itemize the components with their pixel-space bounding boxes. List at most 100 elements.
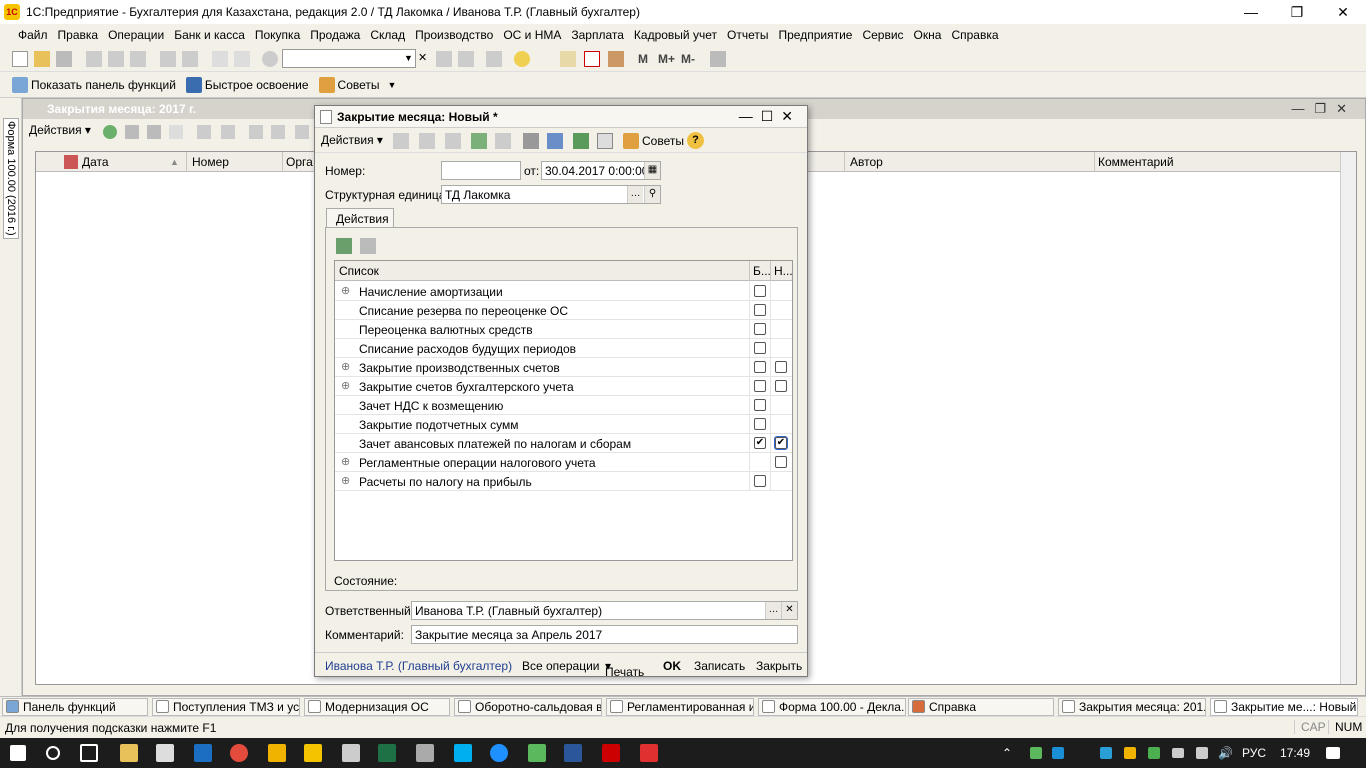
list-settings-icon[interactable] <box>547 133 563 149</box>
minimize-button[interactable]: — <box>1228 0 1274 24</box>
print-icon[interactable] <box>160 51 176 67</box>
task-regulated-report[interactable]: Регламентированная и... <box>606 698 754 716</box>
close-dialog-button[interactable]: Закрыть <box>756 659 802 673</box>
find-prev-icon[interactable] <box>458 51 474 67</box>
chrome-icon[interactable] <box>230 744 248 762</box>
task-form-100[interactable]: Форма 100.00 - Декла... <box>758 698 906 716</box>
task-functions-panel[interactable]: Панель функций <box>2 698 148 716</box>
find-next-icon[interactable] <box>436 51 452 67</box>
menu-service[interactable]: Сервис <box>862 28 903 42</box>
tab-actions[interactable]: Действия <box>326 208 394 228</box>
tool-taskbar-icon[interactable] <box>416 744 434 762</box>
operation-row[interactable]: Списание резерва по переоценке ОС ☐ <box>335 301 792 320</box>
comment-field[interactable]: Закрытие месяца за Апрель 2017 <box>411 625 798 644</box>
tips-button[interactable]: Советы ▼ <box>318 76 396 93</box>
save-icon[interactable] <box>56 51 72 67</box>
operation-checkbox-b[interactable]: ☐ <box>754 323 766 335</box>
app-triangle-icon[interactable] <box>268 744 286 762</box>
save-button[interactable]: Записать <box>694 659 745 673</box>
expand-icon[interactable]: ⊕ <box>341 455 350 468</box>
grid-scrollbar[interactable] <box>1340 152 1356 684</box>
tray-expand-icon[interactable]: ⌃ <box>1002 746 1012 760</box>
search-dropdown-icon[interactable]: ▼ <box>402 50 415 67</box>
search-icon[interactable] <box>262 51 278 67</box>
copy-icon[interactable] <box>108 51 124 67</box>
unit-search-icon[interactable]: ⚲ <box>644 186 660 203</box>
refresh-icon[interactable] <box>197 125 211 139</box>
operation-row[interactable]: Списание расходов будущих периодов ☐ <box>335 339 792 358</box>
paste-icon[interactable] <box>130 51 146 67</box>
menu-enterprise[interactable]: Предприятие <box>778 28 852 42</box>
responsible-clear-icon[interactable]: ✕ <box>781 602 797 619</box>
task-help[interactable]: Справка <box>908 698 1054 716</box>
new-doc-icon[interactable] <box>12 51 28 67</box>
menu-sales[interactable]: Продажа <box>310 28 360 42</box>
col-author[interactable]: Автор <box>850 155 883 169</box>
operation-checkbox-b[interactable]: ☐ <box>754 475 766 487</box>
all-operations-button[interactable]: Все операции <box>522 659 599 673</box>
operation-checkbox-b[interactable]: ☐ <box>754 380 766 392</box>
operation-checkbox-b[interactable]: ☐ <box>754 285 766 297</box>
info-icon[interactable] <box>514 51 530 67</box>
operation-row[interactable]: ⊕ Регламентные операции налогового учета ☐ <box>335 453 792 472</box>
redo-icon[interactable] <box>234 51 250 67</box>
expand-icon[interactable]: ⊕ <box>341 379 350 392</box>
calculator-icon[interactable] <box>560 51 576 67</box>
vertical-form-tab[interactable]: Форма 100.00 (2016 г.) <box>3 118 19 239</box>
expand-icon[interactable]: ⊕ <box>341 474 350 487</box>
task-trial-balance[interactable]: Оборотно-сальдовая в... <box>454 698 602 716</box>
delete-icon[interactable] <box>169 125 183 139</box>
operation-checkbox-n[interactable]: ☐ <box>775 456 787 468</box>
filter-icon[interactable] <box>249 125 263 139</box>
tools-icon[interactable] <box>608 51 624 67</box>
footer-user-link[interactable]: Иванова Т.Р. (Главный бухгалтер) <box>325 659 512 673</box>
operation-row[interactable]: ⊕ Начисление амортизации ☐ <box>335 282 792 301</box>
operation-row[interactable]: Зачет авансовых платежей по налогам и сб… <box>335 434 792 453</box>
post-icon[interactable] <box>393 133 409 149</box>
copy-doc-icon[interactable] <box>445 133 461 149</box>
operation-checkbox-b[interactable]: ☐ <box>754 418 766 430</box>
col-comment[interactable]: Комментарий <box>1098 155 1174 169</box>
1c-taskbar-icon[interactable] <box>304 744 322 762</box>
date-field[interactable]: 30.04.2017 0:00:00 <box>541 161 661 180</box>
operation-row[interactable]: ⊕ Закрытие производственных счетов ☐ ☐ <box>335 358 792 377</box>
settings-icon[interactable] <box>710 51 726 67</box>
acrobat-icon[interactable] <box>602 744 620 762</box>
menu-warehouse[interactable]: Склад <box>370 28 405 42</box>
operation-checkbox-b[interactable]: ✔ <box>754 437 766 449</box>
calculator-taskbar-icon[interactable] <box>342 744 360 762</box>
language-indicator[interactable]: РУС <box>1242 746 1266 760</box>
operation-row[interactable]: ⊕ Расчеты по налогу на прибыль ☐ <box>335 472 792 491</box>
unit-select-button[interactable]: … <box>627 186 643 203</box>
operation-row[interactable]: ⊕ Закрытие счетов бухгалтерского учета ☐ ☐ <box>335 377 792 396</box>
windows-start-icon[interactable] <box>10 745 26 761</box>
structure-icon[interactable] <box>523 133 539 149</box>
quick-learn-button[interactable]: Быстрое освоение <box>185 76 309 93</box>
clear-icon[interactable] <box>495 133 511 149</box>
dialog-tips-button[interactable]: Советы <box>623 133 684 149</box>
expand-icon[interactable]: ⊕ <box>341 284 350 297</box>
uncheck-all-icon[interactable] <box>360 238 376 254</box>
col-number[interactable]: Номер <box>192 155 229 169</box>
task-view-icon[interactable] <box>80 744 98 762</box>
help-icon[interactable]: ? <box>687 132 704 149</box>
responsible-select-button[interactable]: … <box>765 602 781 619</box>
tray-drive-icon[interactable] <box>1124 747 1136 759</box>
green-app-icon[interactable] <box>528 744 546 762</box>
col-org[interactable]: Орга <box>286 155 313 169</box>
ok-button[interactable]: OK <box>663 659 681 673</box>
dt-kt-icon[interactable] <box>573 133 589 149</box>
memory-plus-button[interactable]: M+ <box>658 52 675 66</box>
clear-search-icon[interactable]: ✕ <box>418 50 431 67</box>
outlook-icon[interactable] <box>194 744 212 762</box>
restore-button[interactable]: ❐ <box>1274 0 1320 24</box>
windows-list-icon[interactable] <box>486 51 502 67</box>
open-folder-icon[interactable] <box>34 51 50 67</box>
dialog-controls[interactable]: —☐✕ <box>739 108 801 125</box>
ie-icon[interactable] <box>490 744 508 762</box>
tray-sync-icon[interactable] <box>1100 747 1112 759</box>
menu-salary[interactable]: Зарплата <box>571 28 624 42</box>
operation-checkbox-n[interactable]: ✔ <box>774 436 788 450</box>
notifications-icon[interactable] <box>1326 747 1340 759</box>
operation-checkbox-b[interactable]: ☐ <box>754 361 766 373</box>
